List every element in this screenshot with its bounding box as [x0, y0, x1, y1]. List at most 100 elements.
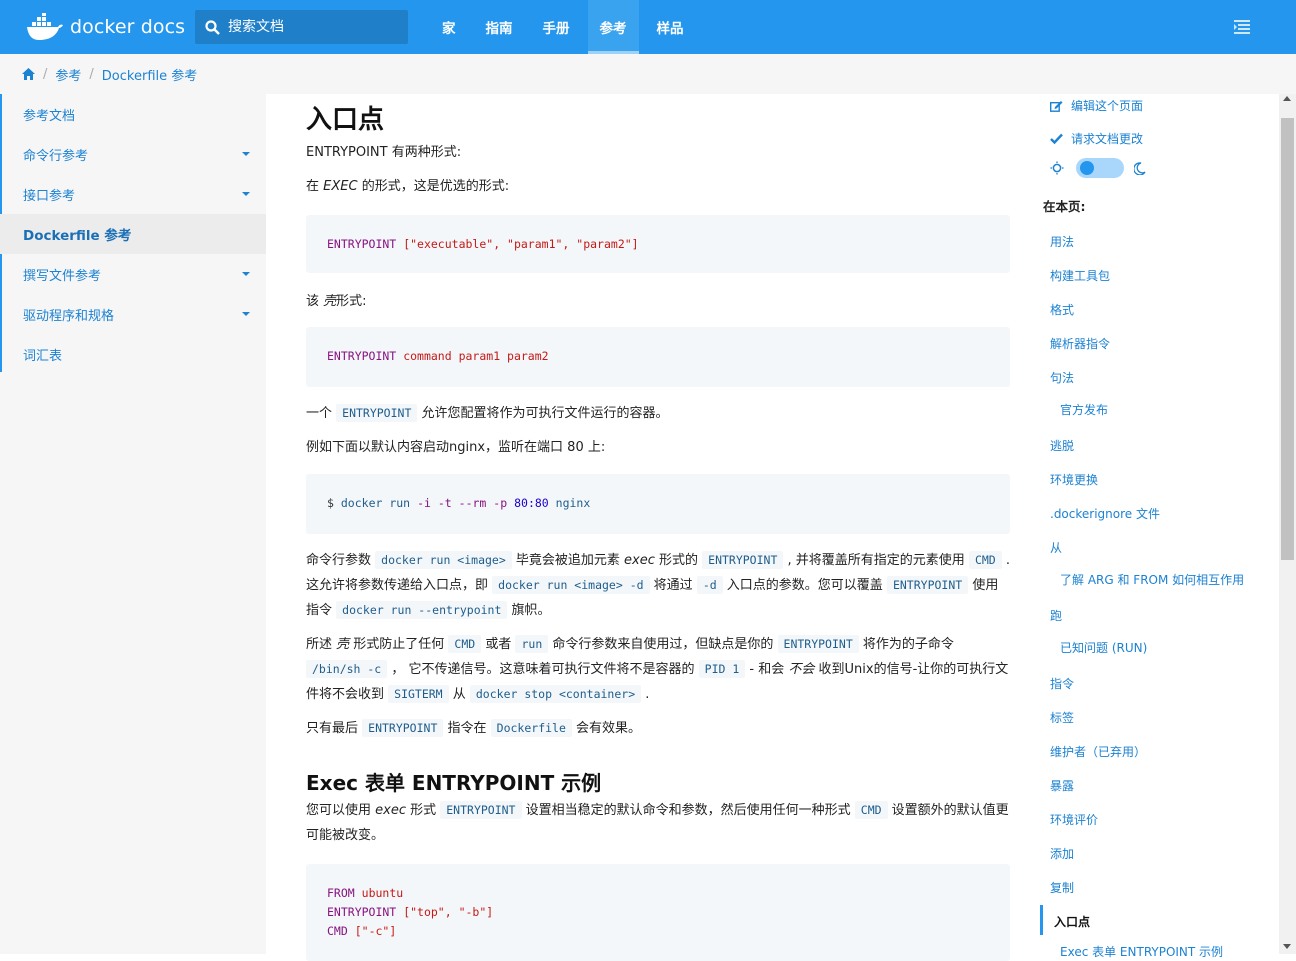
sidebar-item-cli-reference[interactable]: 命令行参考	[0, 134, 266, 174]
toc-title: 在本页:	[1043, 199, 1086, 214]
inline-code: ENTRYPOINT	[702, 551, 784, 569]
code-keyword: FROM	[327, 886, 355, 900]
caret-down-icon[interactable]	[242, 152, 250, 156]
sidebar-item-label: Dockerfile 参考	[23, 228, 132, 244]
toc-item[interactable]: 环境更换	[1050, 471, 1098, 488]
inline-code: ENTRYPOINT	[362, 719, 444, 737]
paragraph: 所述 壳 形式防止了任何 CMD 或者 run 命令行参数来自使用过，但缺点是你…	[306, 632, 1010, 707]
code-block: ENTRYPOINT command param1 param2	[306, 327, 1010, 387]
text: 该	[306, 294, 324, 309]
inline-code: ENTRYPOINT	[440, 801, 522, 819]
sidebar-item-dockerfile-reference[interactable]: Dockerfile 参考	[0, 214, 266, 254]
breadcrumb-reference[interactable]: 参考	[55, 65, 81, 84]
sidebar-item-api-reference[interactable]: 接口参考	[0, 174, 266, 214]
top-nav: 家 指南 手册 参考 样品	[430, 0, 702, 54]
docker-logo[interactable]: docker docs	[26, 12, 185, 42]
toc-subitem[interactable]: 了解 ARG 和 FROM 如何相互作用	[1060, 571, 1244, 588]
caret-down-icon[interactable]	[242, 312, 250, 316]
code-keyword: CMD	[327, 924, 348, 938]
toc-item[interactable]: 标签	[1050, 709, 1074, 726]
code-flag: --rm	[458, 496, 487, 510]
toc-item[interactable]: 环境评价	[1050, 811, 1098, 828]
sidebar-item-glossary[interactable]: 词汇表	[0, 334, 266, 374]
emphasis: 壳	[336, 637, 350, 652]
toc-item[interactable]: 解析器指令	[1050, 335, 1110, 352]
emphasis: 不会	[788, 662, 815, 677]
sidebar-item-reference-docs[interactable]: 参考文档	[0, 94, 266, 134]
menu-toggle-icon[interactable]	[1234, 18, 1254, 36]
toc-item[interactable]: 指令	[1050, 675, 1074, 692]
paragraph: ENTRYPOINT 有两种形式:	[306, 140, 1010, 165]
page-scrollbar[interactable]	[1279, 94, 1296, 954]
breadcrumb: / 参考 / Dockerfile 参考	[0, 54, 1296, 94]
scrollbar-thumb[interactable]	[1281, 118, 1294, 560]
text: 会有效果。	[571, 721, 642, 736]
page-title: 入口点	[306, 105, 385, 135]
nav-reference[interactable]: 参考	[587, 0, 639, 54]
request-change-label: 请求文档更改	[1071, 132, 1144, 146]
toc-item[interactable]: 维护者（已弃用）	[1050, 743, 1146, 760]
toc-item[interactable]: 格式	[1050, 301, 1074, 318]
toc-subitem[interactable]: Exec 表单 ENTRYPOINT 示例	[1060, 943, 1223, 960]
toc-item[interactable]: 句法	[1050, 369, 1074, 386]
search-input[interactable]	[228, 19, 388, 35]
code-string: ["top", "-b"]	[403, 905, 494, 919]
toc-subitem[interactable]: 已知问题 (RUN)	[1060, 639, 1147, 656]
inline-code: CMD	[448, 635, 482, 653]
sidebar-item-drivers-specs[interactable]: 驱动程序和规格	[0, 294, 266, 334]
sidebar: 参考文档 命令行参考 接口参考 Dockerfile 参考 撰写文件参考 驱动程…	[0, 94, 266, 954]
inline-code: Dockerfile	[490, 719, 572, 737]
text: ENTRYPOINT 有两种形式:	[306, 145, 462, 160]
nav-manuals[interactable]: 手册	[531, 0, 582, 54]
sidebar-item-compose-reference[interactable]: 撰写文件参考	[0, 254, 266, 294]
dark-mode-toggle[interactable]	[1076, 158, 1124, 178]
code-line: CMD ["-c"]	[327, 922, 989, 941]
nav-home[interactable]: 家	[430, 0, 468, 54]
top-bar: docker docs 家 指南 手册 参考 样品	[0, 0, 1296, 54]
text: 旗帜。	[507, 603, 551, 618]
text: 从	[448, 687, 470, 702]
scroll-down-arrow-icon[interactable]	[1283, 944, 1291, 949]
scroll-up-arrow-icon[interactable]	[1283, 96, 1291, 101]
nav-samples[interactable]: 样品	[645, 0, 696, 54]
code-number: 80:80	[514, 496, 549, 510]
toc-item[interactable]: 复制	[1050, 879, 1074, 896]
toc-item[interactable]: 逃脱	[1050, 437, 1074, 454]
text: 命令行参数	[306, 553, 376, 568]
text: 将通过	[649, 578, 697, 593]
toc-item[interactable]: 从	[1050, 539, 1062, 556]
toc-subitem[interactable]: 官方发布	[1060, 401, 1108, 418]
paragraph: 在 EXEC 的形式，这是优选的形式:	[306, 174, 1010, 199]
code-block: FROM ubuntu ENTRYPOINT ["top", "-b"] CMD…	[306, 864, 1010, 961]
request-change-link[interactable]: 请求文档更改	[1050, 130, 1143, 147]
sidebar-item-label: 词汇表	[23, 348, 63, 364]
code-string: ["executable", "param1", "param2"]	[403, 237, 639, 251]
search-box[interactable]	[195, 10, 408, 44]
toc-item[interactable]: 跑	[1050, 607, 1062, 624]
text: , 并将覆盖所有指定的元素使用	[783, 553, 965, 568]
home-icon[interactable]	[22, 68, 35, 80]
nav-guides[interactable]: 指南	[474, 0, 525, 54]
sidebar-item-label: 参考文档	[23, 108, 76, 124]
inline-code: /bin/sh -c	[306, 660, 388, 678]
inline-code: ENTRYPOINT	[886, 576, 969, 594]
toc-item-active[interactable]: 入口点	[1054, 913, 1090, 930]
caret-down-icon[interactable]	[242, 192, 250, 196]
sidebar-item-label: 命令行参考	[23, 148, 89, 164]
toc-item[interactable]: .dockerignore 文件	[1050, 505, 1160, 522]
toc-item[interactable]: 暴露	[1050, 777, 1074, 794]
breadcrumb-dockerfile[interactable]: Dockerfile 参考	[102, 65, 197, 84]
edit-page-link[interactable]: 编辑这个页面	[1050, 97, 1143, 114]
text: .	[641, 687, 650, 702]
inline-code: CMD	[854, 801, 888, 819]
code-flag: -i	[417, 496, 431, 510]
toc-item[interactable]: 用法	[1050, 233, 1074, 250]
toc-item[interactable]: 添加	[1050, 845, 1074, 862]
toc-item[interactable]: 构建工具包	[1050, 267, 1110, 284]
toggle-knob	[1080, 161, 1094, 175]
text: 形式的	[654, 553, 703, 568]
caret-down-icon[interactable]	[242, 272, 250, 276]
text: 将作为的子命令	[858, 637, 954, 652]
code-string: command param1 param2	[403, 349, 549, 363]
toc-active-indicator	[1040, 905, 1043, 935]
